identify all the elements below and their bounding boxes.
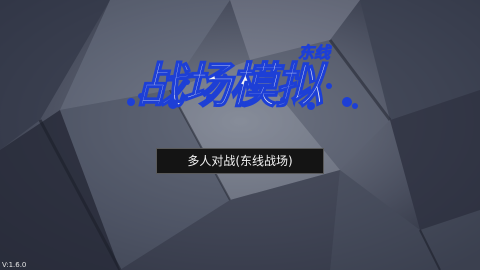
logo-subtitle: 东线 [298, 43, 332, 62]
version-label: V:1.6.0 [2, 261, 27, 269]
multiplayer-eastern-front-button[interactable]: 多人对战(东线战场) [156, 148, 324, 174]
game-logo: 战场模拟 东线 [115, 40, 365, 112]
game-title-screen: 战场模拟 东线 多人对战(东线战场) V:1.6.0 [0, 0, 480, 270]
logo-art: 战场模拟 东线 [127, 43, 358, 112]
logo-title: 战场模拟 [137, 58, 328, 112]
